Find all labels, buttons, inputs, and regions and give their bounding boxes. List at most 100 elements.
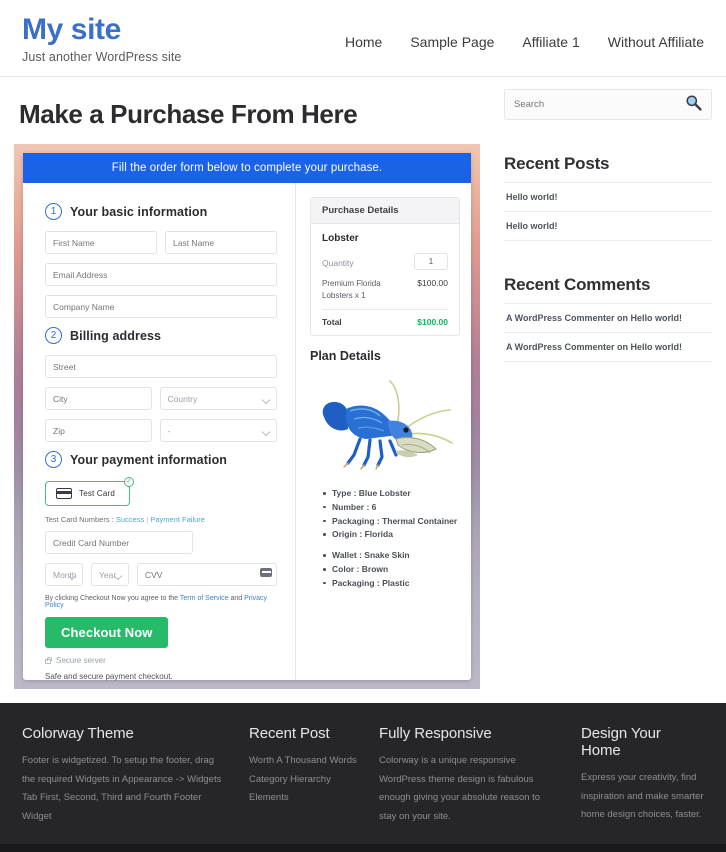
expiry-year-select[interactable]: Year — [91, 563, 129, 586]
street-input[interactable] — [45, 355, 277, 378]
list-item[interactable]: Hello world! — [504, 211, 712, 241]
last-name-input[interactable] — [165, 231, 277, 254]
terms-agreement-note: By clicking Checkout Now you agree to th… — [45, 595, 277, 609]
city-input[interactable] — [45, 387, 152, 410]
company-field-row — [45, 295, 277, 318]
step-number-2: 2 — [45, 327, 62, 344]
cvv-card-icon — [260, 568, 272, 577]
order-form-banner: Fill the order form below to complete yo… — [23, 153, 471, 183]
step-number-3: 3 — [45, 451, 62, 468]
expiry-month-value: Month — [53, 569, 77, 580]
terms-of-service-link[interactable]: Term of Service — [180, 595, 229, 602]
cvv-input[interactable] — [137, 563, 277, 586]
test-card-label: Test Card — [79, 489, 116, 498]
city-country-row: Country — [45, 387, 277, 410]
total-label: Total — [322, 317, 342, 328]
primary-navigation: Home Sample Page Affiliate 1 Without Aff… — [345, 12, 704, 50]
street-field-row — [45, 355, 277, 378]
total-value: $100.00 — [417, 317, 448, 328]
footer-widget-text: Express your creativity, find inspiratio… — [581, 772, 704, 821]
step-label-3: Your payment information — [70, 452, 228, 467]
list-item[interactable]: Elements — [249, 789, 357, 808]
plan-list-item: Packaging : Plastic — [323, 577, 460, 591]
secure-server-label: Secure server — [56, 656, 106, 665]
expiry-year-value: Year — [99, 569, 117, 580]
test-card-success-link[interactable]: Success — [116, 515, 144, 524]
order-form-backdrop: Fill the order form below to complete yo… — [14, 144, 480, 689]
site-tagline: Just another WordPress site — [22, 49, 182, 64]
page-wrapper: Make a Purchase From Here Fill the order… — [0, 77, 726, 689]
test-card-numbers-note: Test Card Numbers : Success | Payment Fa… — [45, 515, 277, 524]
plan-list-item: Origin : Florida — [323, 528, 460, 542]
list-item[interactable]: Worth A Thousand Words — [249, 752, 357, 771]
list-item[interactable]: A WordPress Commenter on Hello world! — [504, 303, 712, 332]
quantity-row: Quantity — [322, 253, 448, 270]
card-number-row — [45, 531, 277, 554]
country-select[interactable]: Country — [159, 387, 277, 410]
recent-comments-list: A WordPress Commenter on Hello world! A … — [504, 303, 712, 362]
recent-comments-title: Recent Comments — [504, 275, 651, 294]
purchase-details-body: Lobster Quantity Premium Florida Lobster… — [311, 224, 459, 335]
first-name-input[interactable] — [45, 231, 157, 254]
footer-widget-text: Colorway is a unique responsive WordPres… — [379, 755, 541, 822]
nav-item-affiliate-1[interactable]: Affiliate 1 — [522, 34, 579, 50]
credit-card-number-input[interactable] — [45, 531, 193, 554]
plan-list-item: Packaging : Thermal Container — [323, 515, 460, 529]
check-circle-icon: ✓ — [124, 477, 135, 487]
safe-checkout-note: Safe and secure payment checkout. — [45, 672, 173, 681]
plan-list-item: Wallet : Snake Skin — [323, 549, 460, 563]
site-title[interactable]: My site — [22, 14, 181, 46]
list-item[interactable]: A WordPress Commenter on Hello world! — [504, 332, 712, 362]
test-card-prefix: Test Card Numbers : — [45, 515, 116, 524]
test-card-failure-link[interactable]: Payment Failure — [150, 515, 205, 524]
search-input[interactable] — [514, 99, 664, 110]
email-field-row — [45, 263, 277, 286]
list-item[interactable]: Category Hierarchy — [249, 771, 357, 790]
site-branding: My site Just another WordPress site — [22, 12, 181, 64]
main-content: Make a Purchase From Here Fill the order… — [14, 77, 480, 689]
plan-details-title: Plan Details — [310, 349, 381, 364]
footer-widget-title: Design Your Home — [581, 725, 661, 759]
agree-prefix: By clicking Checkout Now you agree to th… — [45, 595, 180, 602]
search-icon[interactable] — [685, 94, 702, 116]
plan-details-list: Type : Blue Lobster Number : 6 Packaging… — [310, 487, 460, 590]
order-form-card: Fill the order form below to complete yo… — [23, 153, 474, 681]
sidebar: Recent Posts Hello world! Hello world! R… — [504, 77, 712, 689]
agree-and: and — [228, 595, 245, 602]
zip-state-row: - — [45, 419, 277, 442]
footer-widget-title: Recent Post — [249, 725, 330, 742]
nav-item-without-affiliate[interactable]: Without Affiliate — [608, 34, 704, 50]
step-billing-address: 2 Billing address — [45, 327, 277, 344]
footer-widget-fully-responsive: Fully Responsive Colorway is a unique re… — [379, 725, 559, 826]
site-footer: Colorway Theme Footer is widgetized. To … — [0, 703, 726, 845]
quantity-label: Quantity — [322, 258, 354, 268]
zip-input[interactable] — [45, 419, 152, 442]
state-select[interactable]: - — [159, 419, 277, 442]
step-label-2: Billing address — [70, 328, 162, 343]
name-field-row — [45, 231, 277, 254]
list-item[interactable]: Hello world! — [504, 182, 712, 211]
footer-widget-title: Colorway Theme — [22, 725, 134, 742]
footer-widget-text: Footer is widgetized. To setup the foote… — [22, 755, 222, 822]
step-basic-information: 1 Your basic information — [45, 203, 277, 220]
nav-item-sample-page[interactable]: Sample Page — [410, 34, 494, 50]
order-form-body: 1 Your basic information First Name Last… — [23, 183, 474, 681]
search-widget[interactable] — [504, 89, 712, 120]
quantity-input[interactable] — [414, 253, 448, 270]
checkout-now-button[interactable]: Checkout Now — [45, 617, 169, 648]
lock-icon — [45, 656, 53, 664]
blue-lobster-image — [310, 369, 460, 481]
total-row: Total $100.00 — [322, 309, 448, 327]
test-card-tab[interactable]: ✓ Test Card — [45, 477, 135, 506]
expiry-month-select[interactable]: Month — [45, 563, 83, 586]
purchase-details-title: Purchase Details — [311, 198, 459, 224]
company-name-input[interactable] — [45, 295, 277, 318]
nav-item-home[interactable]: Home — [345, 34, 382, 50]
secure-server-row: Secure server — [45, 656, 277, 665]
email-input[interactable] — [45, 263, 277, 286]
country-select-value: Country — [167, 393, 198, 404]
footer-widget-recent-post: Recent Post Worth A Thousand Words Categ… — [249, 725, 357, 826]
recent-posts-list: Hello world! Hello world! — [504, 182, 712, 241]
plan-list-item: Number : 6 — [323, 501, 460, 515]
purchase-details-column: Purchase Details Lobster Quantity Premiu… — [295, 183, 474, 680]
